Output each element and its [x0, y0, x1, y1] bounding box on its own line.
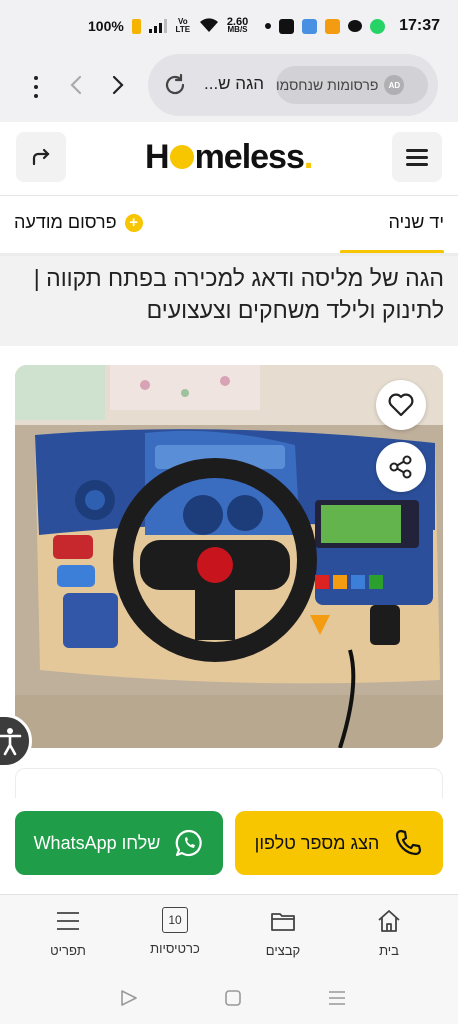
whatsapp-status-icon [370, 18, 386, 34]
site-header: Hmeless. [0, 122, 458, 196]
wifi-icon [199, 17, 219, 36]
forward-icon[interactable] [104, 72, 130, 98]
folder-icon [271, 913, 295, 931]
heart-icon [388, 393, 414, 417]
address-bar[interactable]: הגה ש... AD פרסומות שנחסמו [148, 54, 438, 116]
volte-label: Vo LTE [175, 17, 191, 34]
category-tabs: יד שניה פרסום מודעה + [0, 196, 458, 256]
post-ad-link[interactable]: פרסום מודעה + [14, 212, 143, 233]
post-ad-label: פרסום מודעה [14, 212, 117, 232]
whatsapp-icon [176, 829, 203, 857]
listing-title: הגה של מליסה ודאג למכירה בפתח תקווה | לת… [33, 265, 444, 323]
url-text[interactable]: הגה ש... [204, 74, 264, 94]
logo-o-circle [169, 145, 194, 169]
share-listing-button[interactable] [376, 442, 426, 492]
nav-menu[interactable]: תפריט [28, 907, 108, 958]
nav-cards[interactable]: 10 כרטיסיות [135, 907, 215, 956]
nav-folders[interactable]: קבצים [243, 907, 323, 958]
favorite-button[interactable] [376, 380, 426, 430]
bottom-navigation: בית קבצים 10 כרטיסיות תפריט [0, 894, 458, 972]
back-icon[interactable] [64, 72, 90, 98]
divider [0, 253, 458, 256]
whatsapp-button[interactable]: שלחו WhatsApp [15, 811, 223, 875]
tabs-count-icon: 10 [162, 907, 188, 933]
system-home-icon[interactable] [221, 986, 245, 1010]
tiktok-icon [279, 18, 295, 34]
phone-icon [396, 829, 422, 856]
browser-toolbar: הגה ש... AD פרסומות שנחסמו [0, 52, 458, 122]
share-nodes-icon [389, 455, 412, 479]
status-bar: 100% Vo LTE 2.60 MB/S 17:37 [0, 0, 458, 52]
show-phone-button[interactable]: הצג מספר טלפון [235, 811, 443, 875]
nav-folders-label: קבצים [265, 943, 301, 958]
chat-bubble-icon [348, 20, 363, 32]
battery-percent: 100% [88, 18, 124, 34]
nav-menu-label: תפריט [50, 943, 86, 958]
clock: 17:37 [399, 17, 440, 34]
homeless-logo[interactable]: Hmeless. [145, 138, 313, 177]
notification-dot-icon [265, 23, 272, 29]
home-icon [378, 910, 400, 932]
system-navigation [0, 972, 458, 1024]
tab-second-hand[interactable]: יד שניה [388, 212, 444, 233]
nav-cards-label: כרטיסיות [150, 941, 200, 956]
signal-icon [148, 19, 167, 33]
share-arrow-icon [32, 148, 50, 166]
menu-lines-icon [57, 912, 79, 930]
blocked-ads-chip[interactable]: AD פרסומות שנחסמו [276, 66, 428, 104]
browser-menu-icon[interactable] [26, 72, 46, 102]
blocked-ads-label: פרסומות שנחסמו [276, 77, 379, 93]
system-recents-icon[interactable] [325, 986, 349, 1010]
share-button[interactable] [16, 132, 66, 182]
plus-icon: + [124, 213, 143, 232]
whatsapp-label: שלחו WhatsApp [33, 832, 161, 853]
ad-badge-icon: AD [384, 75, 405, 95]
calendar-app-icon [325, 18, 341, 34]
hamburger-menu-button[interactable] [392, 132, 442, 182]
show-phone-label: הצג מספר טלפון [254, 832, 380, 853]
contact-actions: הצג מספר טלפון שלחו WhatsApp [0, 798, 458, 894]
network-speed: 2.60 MB/S [226, 16, 249, 34]
photos-app-icon [302, 18, 318, 34]
system-back-icon[interactable] [117, 986, 141, 1010]
nav-home[interactable]: בית [349, 907, 429, 958]
reload-icon[interactable] [162, 72, 188, 98]
listing-photo[interactable] [15, 365, 443, 748]
accessibility-icon [0, 728, 22, 756]
nav-home-label: בית [379, 943, 399, 958]
battery-icon [131, 18, 141, 34]
